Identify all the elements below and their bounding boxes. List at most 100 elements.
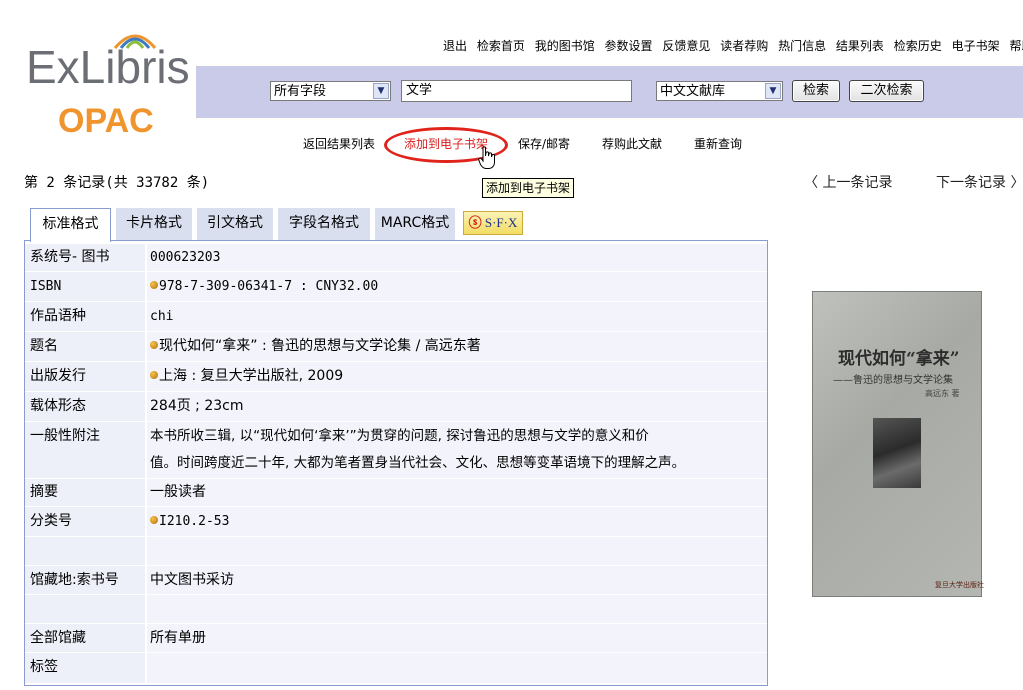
cover-publisher: 复旦大学出版社 [935,581,984,589]
top-link-my-library[interactable]: 我的图书馆 [535,39,595,53]
chevron-down-icon[interactable]: ▼ [765,83,781,99]
title-link[interactable]: 现代如何“拿来” : 鲁迅的思想与文学论集 / 高远东著 [159,338,481,354]
field-label: ISBN [25,272,146,301]
chevron-down-icon[interactable]: ▼ [373,83,389,99]
field-label: 全部馆藏 [25,624,146,652]
tab-citation-format[interactable]: 引文格式 [197,208,273,240]
field-label: 一般性附注 [25,422,146,478]
database-select-value: 中文文献库 [660,84,726,99]
cover-title: 现代如何“拿来” [838,349,960,369]
top-link-ebookshelf[interactable]: 电子书架 [952,39,1000,53]
field-value: 本书所收三辑, 以“现代如何‘拿来’”为贯穿的问题, 探讨鲁迅的思想与文学的意义… [147,422,767,478]
field-value[interactable]: I210.2-53 [147,507,767,536]
table-row: ISBN 978-7-309-06341-7 : CNY32.00 [25,272,767,302]
publisher-link[interactable]: 上海 : 复旦大学出版社, 2009 [159,368,343,384]
save-mail-link[interactable]: 保存/邮寄 [518,135,570,152]
table-row: 分类号 I210.2-53 [25,507,767,537]
field-select-value: 所有字段 [274,84,327,99]
top-link-help[interactable]: 帮助 [1009,39,1023,53]
table-row [25,595,767,624]
field-value[interactable]: 978-7-309-06341-7 : CNY32.00 [147,272,767,301]
table-row: 全部馆藏 所有单册 [25,624,767,653]
top-link-settings[interactable]: 参数设置 [605,39,653,53]
field-label: 作品语种 [25,302,146,331]
record-table: 系统号- 图书 000623203 ISBN 978-7-309-06341-7… [24,240,768,686]
cover-artwork [873,418,921,488]
search-button[interactable]: 检索 [792,80,840,102]
tab-standard-format[interactable]: 标准格式 [30,208,111,242]
field-label: 摘要 [25,479,146,506]
requery-link[interactable]: 重新查询 [694,135,742,152]
field-value: chi [147,302,767,331]
field-label: 标签 [25,653,146,683]
link-bullet-icon [150,341,158,349]
field-label: 系统号- 图书 [25,244,146,271]
opac-logo: OPAC [58,102,154,140]
top-links: 退出 检索首页 我的图书馆 参数设置 反馈意见 读者荐购 热门信息 结果列表 检… [443,37,1023,54]
tab-field-name-format[interactable]: 字段名格式 [278,208,370,240]
table-row: 载体形态 284页 ; 23cm [25,392,767,422]
link-bullet-icon [150,281,158,289]
field-value[interactable]: 所有单册 [147,624,767,652]
cover-author: 高远东 著 [925,389,960,398]
search-input[interactable]: 文学 [401,80,632,102]
back-to-results-link[interactable]: 返回结果列表 [303,135,375,152]
table-row [25,537,767,566]
next-record-link[interactable]: 下一条记录 〉 [936,172,1023,192]
record-count: 第 2 条记录(共 33782 条) [24,175,210,191]
link-bullet-icon [150,371,158,379]
field-value[interactable]: 上海 : 复旦大学出版社, 2009 [147,362,767,391]
hand-cursor-icon [478,146,495,169]
field-value: 一般读者 [147,479,767,506]
tab-marc-format[interactable]: MARC格式 [375,208,455,240]
tab-card-format[interactable]: 卡片格式 [116,208,192,240]
exlibris-logo: ExLibris [26,41,190,93]
top-link-recommend[interactable]: 读者荐购 [720,39,768,53]
database-select[interactable]: 中文文献库 ▼ [656,81,783,101]
sfx-label: S·F·X [484,215,518,230]
field-value [147,595,767,623]
classification-link[interactable]: I210.2-53 [159,514,229,529]
table-row: 作品语种 chi [25,302,767,332]
field-label [25,595,146,623]
field-value [147,537,767,565]
top-link-feedback[interactable]: 反馈意见 [662,39,710,53]
table-row: 馆藏地:索书号 中文图书采访 [25,566,767,595]
table-row: 出版发行 上海 : 复旦大学出版社, 2009 [25,362,767,392]
search-query: 文学 [406,83,433,98]
table-row: 标签 [25,653,767,684]
field-label: 载体形态 [25,392,146,421]
field-value[interactable]: 中文图书采访 [147,566,767,594]
sfx-logo-icon: ⓢ [468,215,482,230]
field-label [25,537,146,565]
table-row: 摘要 一般读者 [25,479,767,507]
note-line-2: 值。时间跨度近二十年, 大都为笔者置身当代社会、文化、思想等变革语境下的理解之声… [150,455,686,471]
top-link-logout[interactable]: 退出 [443,39,467,53]
tooltip: 添加到电子书架 [482,178,575,198]
field-label: 分类号 [25,507,146,536]
field-value: 284页 ; 23cm [147,392,767,421]
field-label: 馆藏地:索书号 [25,566,146,594]
prev-record-link[interactable]: 〈 上一条记录 [804,172,892,192]
cover-subtitle: ——鲁迅的思想与文学论集 [833,375,953,386]
field-label: 出版发行 [25,362,146,391]
top-link-hot-info[interactable]: 热门信息 [778,39,826,53]
logo-arc-icon [113,34,157,49]
top-link-result-list[interactable]: 结果列表 [836,39,884,53]
table-row: 系统号- 图书 000623203 [25,244,767,272]
top-link-search-home[interactable]: 检索首页 [477,39,525,53]
field-value[interactable]: 现代如何“拿来” : 鲁迅的思想与文学论集 / 高远东著 [147,332,767,361]
field-select[interactable]: 所有字段 ▼ [270,81,391,101]
field-value [147,653,767,683]
link-bullet-icon [150,516,158,524]
table-row: 题名 现代如何“拿来” : 鲁迅的思想与文学论集 / 高远东著 [25,332,767,362]
sfx-button[interactable]: ⓢ S·F·X [463,211,523,235]
secondary-search-button[interactable]: 二次检索 [849,80,924,102]
isbn-link[interactable]: 978-7-309-06341-7 : CNY32.00 [159,279,378,294]
top-link-search-history[interactable]: 检索历史 [894,39,942,53]
recommend-purchase-link[interactable]: 荐购此文献 [602,135,662,152]
note-line-1: 本书所收三辑, 以“现代如何‘拿来’”为贯穿的问题, 探讨鲁迅的思想与文学的意义… [150,428,649,444]
search-bar: 所有字段 ▼ 文学 中文文献库 ▼ 检索 二次检索 [196,66,1023,118]
table-row: 一般性附注 本书所收三辑, 以“现代如何‘拿来’”为贯穿的问题, 探讨鲁迅的思想… [25,422,767,479]
field-label: 题名 [25,332,146,361]
